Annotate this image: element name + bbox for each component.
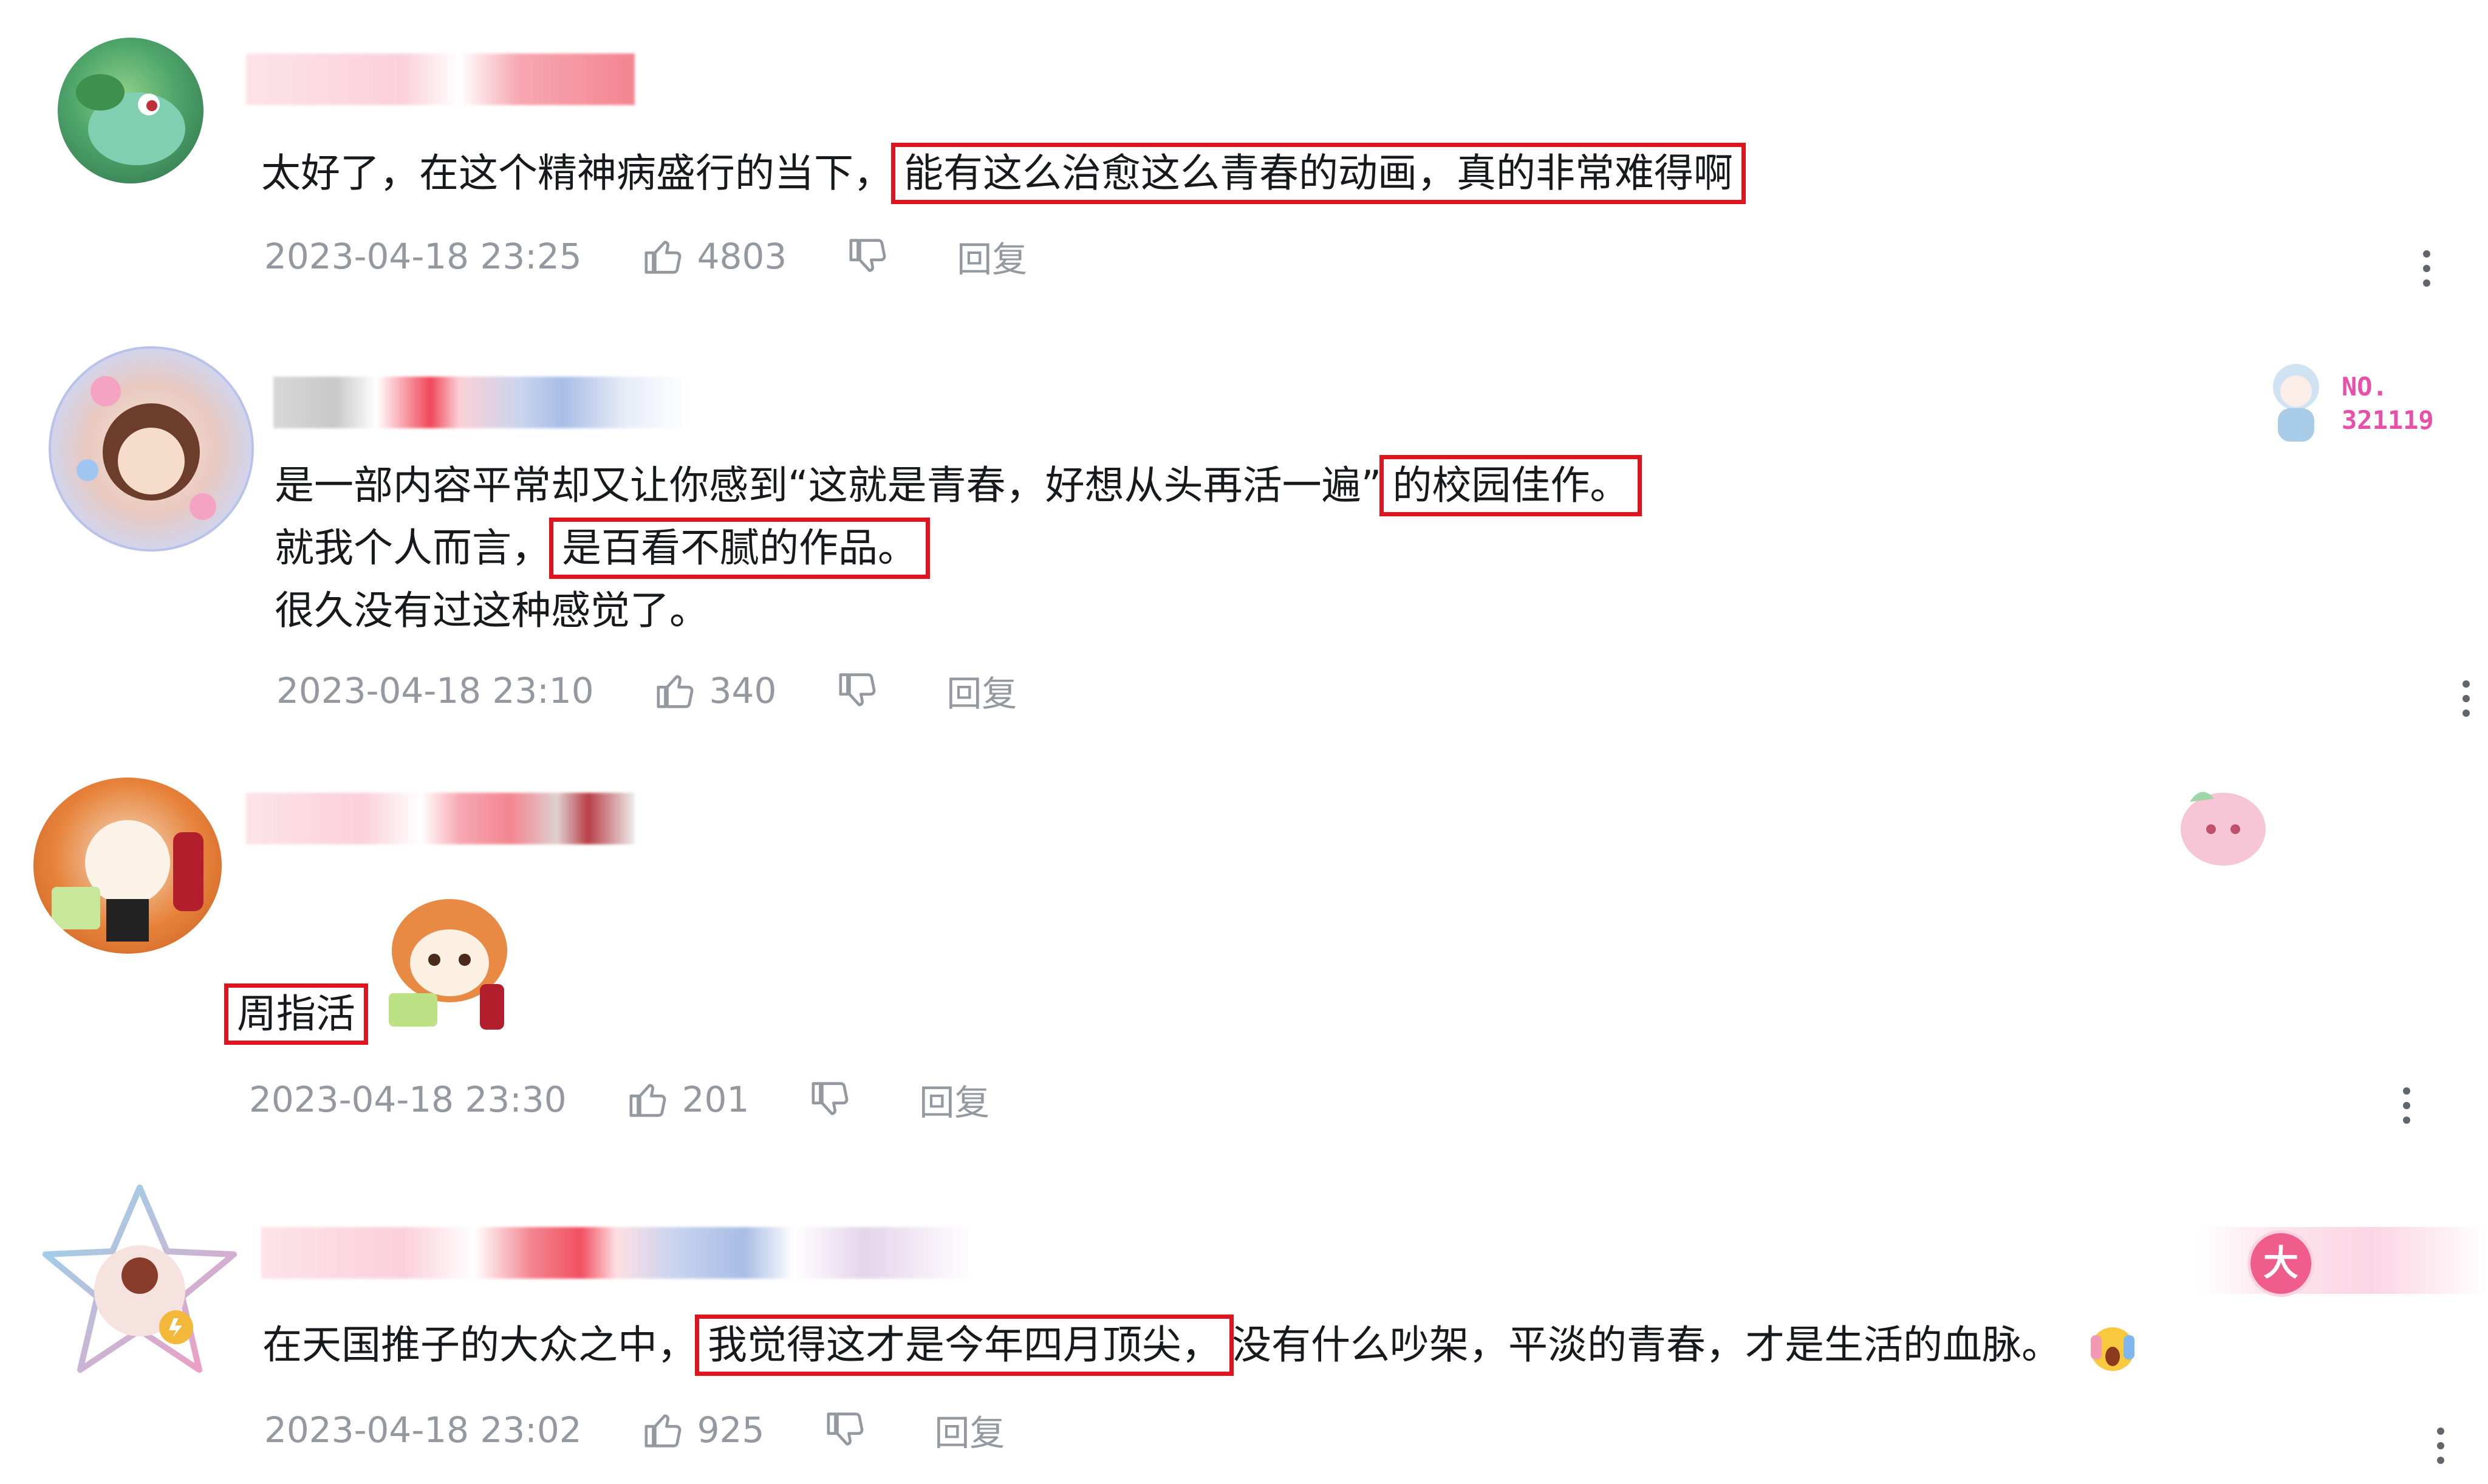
comment-meta: 2023-04-18 23:02 925 回复 (264, 1404, 1005, 1455)
thumbs-up-icon (629, 1084, 666, 1117)
star-frame-avatar-icon (43, 1185, 237, 1373)
comment-line-2: 就我个人而言， 是百看不腻的作品。 (275, 517, 1640, 580)
avatar[interactable] (33, 778, 222, 954)
thumbs-up-icon (644, 241, 682, 274)
comment-text: 周指活 (224, 983, 369, 1045)
like-count: 201 (682, 1079, 750, 1120)
like-count: 4803 (697, 236, 787, 277)
timestamp: 2023-04-18 23:02 (264, 1409, 582, 1451)
comment-text-plain: 没有什么吵架，平淡的青春，才是生活的血脉。 (1232, 1322, 2062, 1368)
username-blurred[interactable] (273, 377, 686, 428)
avatar[interactable] (58, 38, 203, 183)
like-button[interactable]: 340 (655, 669, 777, 712)
username-blurred[interactable] (246, 793, 635, 844)
avatar[interactable] (49, 346, 254, 552)
timestamp: 2023-04-18 23:10 (276, 670, 594, 711)
comment-1: 太好了，在这个精神病盛行的当下， 能有这么治愈这么青春的动画，真的非常难得啊 20… (0, 0, 2488, 316)
comment-line-3: 很久没有过这种感觉了。 (275, 588, 709, 634)
username-blurred[interactable] (261, 1227, 972, 1279)
anime-girl-badge-icon (2273, 364, 2319, 442)
reply-button[interactable]: 回复 (946, 665, 1017, 716)
timestamp: 2023-04-18 23:30 (249, 1079, 567, 1120)
thumbs-down-icon (839, 673, 876, 706)
comment-line-1: 是一部内容平常却又让你感到“这就是青春，好想从头再活一遍” 的校园佳作。 (275, 454, 1642, 517)
highlighted-text: 的校园佳作。 (1379, 455, 1642, 516)
surprised-emoji-icon (2090, 1327, 2134, 1371)
like-button[interactable]: 201 (627, 1078, 750, 1121)
comment-text: 在天国推子的大众之中， 我觉得这才是今年四月顶尖， 没有什么吵架，平淡的青春，才是生… (262, 1314, 2143, 1376)
dislike-button[interactable] (837, 669, 880, 712)
dislike-button[interactable] (847, 235, 890, 278)
comment-text: 太好了，在这个精神病盛行的当下， 能有这么治愈这么青春的动画，真的非常难得啊 (261, 142, 1746, 205)
comment-meta: 2023-04-18 23:25 4803 回复 (264, 231, 1027, 282)
level-badge[interactable]: 大 (2199, 1227, 2488, 1297)
like-count: 925 (697, 1409, 765, 1451)
thumbs-up-icon (657, 675, 694, 708)
comment-meta: 2023-04-18 23:10 340 回复 (276, 665, 1017, 716)
comment-text-plain: 太好了，在这个精神病盛行的当下， (261, 151, 894, 196)
bulbasaur-avatar-icon (76, 74, 185, 165)
more-options-icon[interactable] (2435, 1428, 2447, 1464)
like-button[interactable]: 4803 (643, 235, 787, 278)
comment-text-plain: 是一部内容平常却又让你感到“这就是青春，好想从头再活一遍” (275, 463, 1382, 508)
highlighted-text: 能有这么治愈这么青春的动画，真的非常难得啊 (891, 143, 1746, 204)
dislike-button[interactable] (825, 1409, 867, 1451)
like-count: 340 (709, 670, 777, 711)
like-button[interactable]: 925 (643, 1409, 765, 1451)
highlighted-text: 我觉得这才是今年四月顶尖， (695, 1315, 1234, 1376)
reply-button[interactable]: 回复 (934, 1404, 1005, 1455)
more-options-icon[interactable] (2460, 680, 2472, 717)
sakura-miku-badge-icon[interactable] (2165, 778, 2281, 881)
fan-badge-prefix: NO. (2342, 372, 2388, 402)
timestamp: 2023-04-18 23:25 (264, 236, 582, 277)
username-blurred[interactable] (246, 53, 635, 105)
highlighted-text: 是百看不腻的作品。 (549, 518, 931, 579)
anime-character-avatar-icon (77, 376, 216, 520)
level-badge-char: 大 (2247, 1230, 2314, 1297)
comment-meta: 2023-04-18 23:30 201 回复 (249, 1074, 989, 1125)
umaru-sticker-icon (377, 893, 522, 1033)
thumbs-down-icon (827, 1412, 864, 1446)
avatar[interactable] (36, 1178, 243, 1385)
fan-badge-number: 321119 (2342, 405, 2434, 435)
thumbs-up-icon (644, 1414, 682, 1448)
more-options-icon[interactable] (2421, 250, 2433, 287)
thumbs-down-icon (812, 1082, 849, 1115)
comment-text-plain: 就我个人而言， (275, 525, 552, 571)
umaru-avatar-icon (52, 820, 203, 942)
reply-button[interactable]: 回复 (957, 231, 1027, 282)
thumbs-down-icon (849, 239, 886, 272)
comment-2: 是一部内容平常却又让你感到“这就是青春，好想从头再活一遍” 的校园佳作。 就我个人… (0, 328, 2488, 753)
dislike-button[interactable] (810, 1078, 852, 1121)
comment-3: 周指活 2023-04-18 23:30 201 回复 (0, 765, 2488, 1154)
fan-badge[interactable]: NO. 321119 (2260, 347, 2460, 451)
comment-4: 在天国推子的大众之中， 我觉得这才是今年四月顶尖， 没有什么吵架，平淡的青春，才是生… (0, 1166, 2488, 1484)
more-options-icon[interactable] (2401, 1087, 2413, 1124)
comment-text-plain: 在天国推子的大众之中， (262, 1322, 697, 1368)
highlighted-text: 周指活 (224, 983, 369, 1045)
comment-text: 是一部内容平常却又让你感到“这就是青春，好想从头再活一遍” 的校园佳作。 就我个人… (275, 454, 1642, 642)
reply-button[interactable]: 回复 (919, 1074, 989, 1125)
